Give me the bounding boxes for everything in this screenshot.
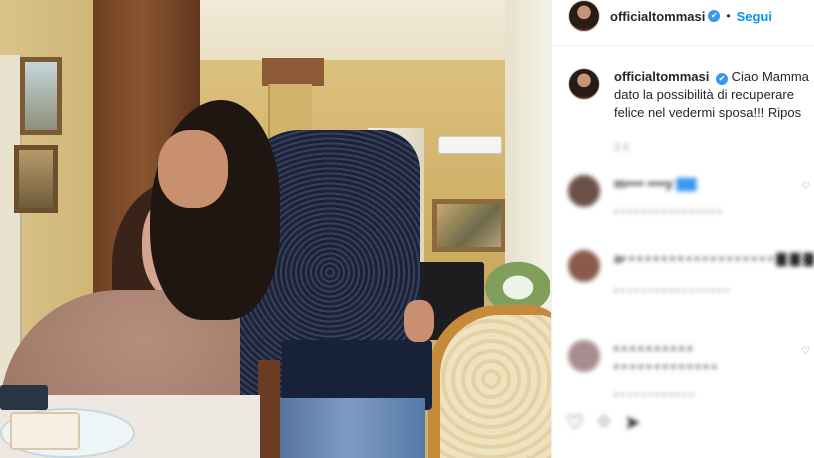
photo-daughter-jeans <box>270 398 425 458</box>
comment-2: a• • • • • • • • • • • • • • • • • • • ▇… <box>552 250 814 300</box>
comment-meta: • • • • • • • • • • • • • • • • • <box>614 285 729 297</box>
comment-avatar[interactable] <box>568 250 600 282</box>
verified-badge-icon: ✔ <box>708 10 721 22</box>
comment-avatar[interactable] <box>568 340 600 372</box>
verified-badge-icon: ✔ <box>715 73 728 85</box>
post-action-bar: ♡ ○ ➤ <box>566 410 641 435</box>
post-photo[interactable] <box>0 0 551 458</box>
comment-text: • • • • • • • • • • • • • <box>614 359 717 374</box>
author-username[interactable]: officialtommasi <box>610 9 705 24</box>
photo-phone <box>0 385 48 410</box>
photo-dish <box>10 412 80 450</box>
caption-timestamp: 1 s <box>614 141 629 153</box>
comment-text: ▇▇ <box>676 176 697 191</box>
photo-beam <box>262 58 324 86</box>
photo-daughter-face <box>158 130 228 208</box>
heart-icon[interactable]: ♡ <box>801 346 810 357</box>
caption-line-2: dato la possibilità di recuperare <box>614 87 794 102</box>
comment-1: m•••• ••••y ▇▇ • • • • • • • • • • • • •… <box>552 175 814 221</box>
photo-painting <box>432 199 506 252</box>
header-divider <box>552 45 814 46</box>
share-icon[interactable]: ➤ <box>624 410 641 435</box>
caption-avatar[interactable] <box>568 68 600 100</box>
caption-line-3: felice nel vedermi sposa!!! Ripos <box>614 105 802 120</box>
comment-icon[interactable]: ○ <box>598 410 610 435</box>
photo-air-conditioner <box>438 136 502 154</box>
heart-icon[interactable]: ♡ <box>801 256 810 267</box>
photo-chair-back <box>258 360 280 458</box>
comment-3: • • • • • • • • • • • • • • • • • • • • … <box>552 340 814 404</box>
heart-icon[interactable]: ♡ <box>566 410 584 435</box>
comment-username[interactable]: • • • • • • • • • • <box>614 341 692 356</box>
post-header: officialtommasi ✔ • Segui <box>552 0 772 32</box>
comment-text: • • • • • • • • • • • ▇ ▇ ▇ <box>686 251 814 266</box>
caption: officialtommasi ✔ Ciao Mamma dato la pos… <box>552 68 814 122</box>
follow-button[interactable]: Segui <box>737 9 772 24</box>
author-avatar[interactable] <box>568 0 600 32</box>
photo-door <box>0 55 22 385</box>
photo-daughter-hand <box>404 300 434 342</box>
header-separator: • <box>726 9 731 23</box>
comment-meta: • • • • • • • • • • • • • • • • <box>614 206 722 218</box>
heart-icon[interactable]: ♡ <box>801 181 810 192</box>
photo-wall-frame-bottom <box>14 145 58 213</box>
comment-username[interactable]: a• • • • • • • • <box>614 251 683 266</box>
comment-avatar[interactable] <box>568 175 600 207</box>
photo-armchair <box>428 305 551 458</box>
caption-username[interactable]: officialtommasi <box>614 69 709 84</box>
comment-username[interactable]: m•••• ••••y <box>614 176 673 191</box>
post-side-panel: officialtommasi ✔ • Segui officialtommas… <box>551 0 814 458</box>
photo-wall-frame-top <box>20 57 62 135</box>
caption-line-1: Ciao Mamma <box>731 69 809 84</box>
comment-meta: • • • • • • • • • • • • <box>614 389 694 401</box>
